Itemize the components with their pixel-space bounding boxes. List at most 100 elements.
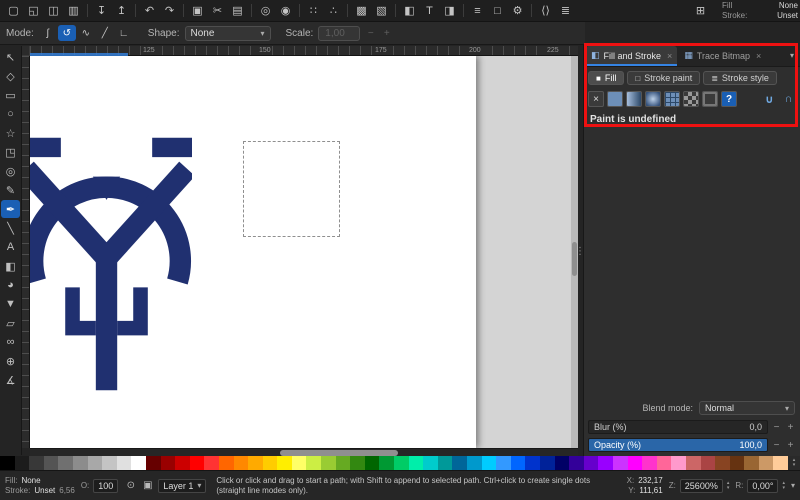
tool-calligraphy[interactable]: ╲ [1,219,20,237]
palette-swatch[interactable] [175,456,190,470]
palette-swatch[interactable] [656,456,672,470]
spin-down-icon[interactable]: ▾ [727,485,730,491]
palette-swatch[interactable] [248,456,263,470]
subtab-stroke-paint[interactable]: □ Stroke paint [627,71,701,85]
scale-minus-button[interactable]: − [365,28,376,39]
blur-minus-button[interactable]: − [771,422,782,433]
tool-pen[interactable]: ✒ [1,200,20,218]
copy-icon[interactable]: ▣ [188,2,207,19]
panel-splitter[interactable]: ⋮ [575,238,585,264]
xml-editor-icon[interactable]: ⟨⟩ [536,2,555,19]
palette-swatch[interactable] [277,456,292,470]
fill-rule-nonzero-button[interactable]: ∩ [781,92,796,107]
tab-trace-bitmap[interactable]: ▦ Trace Bitmap × [679,46,766,66]
palette-scroll-down-icon[interactable]: ▾ [793,463,796,468]
rotation-spinner[interactable]: ▴ ▾ [782,480,785,491]
palette-swatch[interactable] [598,456,613,470]
logo-drawing[interactable] [30,82,192,447]
layers-dialog-icon[interactable]: ≣ [556,2,575,19]
paint-flat-color-button[interactable] [607,91,623,107]
palette-swatch[interactable] [379,456,395,470]
zoom-drawing-icon[interactable]: ◉ [276,2,295,19]
palette-swatch[interactable] [408,456,424,470]
palette-swatch[interactable] [569,456,584,470]
palette-swatch[interactable] [671,456,686,470]
zoom-page-icon[interactable]: ◎ [256,2,275,19]
palette-swatch[interactable] [204,456,219,470]
canvas-page[interactable] [30,56,476,448]
zoom-field[interactable]: 25600% [679,478,723,493]
palette-swatch[interactable] [321,456,336,470]
tool-gradient[interactable]: ◧ [1,257,20,275]
horizontal-scrollbar[interactable] [30,448,578,456]
fill-stroke-dialog-icon[interactable]: ◧ [400,2,419,19]
palette-swatch[interactable] [29,456,44,470]
palette-swatch[interactable] [43,456,59,470]
print-icon[interactable]: ▥ [64,2,83,19]
tab-trace-bitmap-close-icon[interactable]: × [756,51,761,61]
palette-swatch[interactable] [350,456,365,470]
palette-scroll[interactable]: ▴ ▾ [788,456,800,470]
tab-fill-and-stroke[interactable]: ◧ Fill and Stroke × [586,45,678,66]
export-icon[interactable]: ↥ [112,2,131,19]
layer-lock-icon[interactable]: ▣ [141,479,154,492]
scale-spinner[interactable]: 1,00 [318,25,361,41]
palette-swatch[interactable] [423,456,438,470]
ungroup-icon[interactable]: ▧ [372,2,391,19]
palette-swatch[interactable] [0,456,15,470]
palette-swatch[interactable] [218,456,234,470]
document-properties-icon[interactable]: □ [488,2,507,19]
tool-selector[interactable]: ↖ [1,48,20,66]
text-dialog-icon[interactable]: T [420,2,439,19]
palette-swatch[interactable] [481,456,497,470]
mode-bezier-button[interactable]: ʃ [39,25,57,41]
import-icon[interactable]: ↧ [92,2,111,19]
palette-swatch[interactable] [364,456,380,470]
palette-swatch[interactable] [496,456,511,470]
statusbar-chevron-icon[interactable]: ▾ [791,481,795,490]
cut-icon[interactable]: ✂ [208,2,227,19]
palette-swatch[interactable] [14,456,30,470]
palette-swatch[interactable] [58,456,73,470]
palette-swatch[interactable] [510,456,526,470]
palette-swatch[interactable] [627,456,643,470]
tool-dropper[interactable]: ◕ [1,276,20,294]
palette-swatch[interactable] [291,456,307,470]
open-icon[interactable]: ◱ [24,2,43,19]
palette-swatch[interactable] [744,456,759,470]
paint-radial-gradient-button[interactable] [645,91,661,107]
palette-swatch[interactable] [233,456,249,470]
palette-swatch[interactable] [437,456,453,470]
scale-plus-button[interactable]: + [381,28,392,39]
subtab-stroke-style[interactable]: ≣ Stroke style [703,71,777,85]
dock-menu-chevron-icon[interactable]: ▾ [786,51,798,60]
blur-slider[interactable]: Blur (%) 0,0 [588,420,768,434]
mode-straight-lines-button[interactable]: ╱ [96,25,114,41]
palette-swatch[interactable] [452,456,467,470]
palette-swatch[interactable] [72,456,88,470]
palette-swatch[interactable] [685,456,701,470]
mode-bspline-button[interactable]: ∿ [77,25,95,41]
snap-toggle-icon[interactable]: ⊞ [691,2,710,19]
palette-swatch[interactable] [700,456,716,470]
paint-unknown-button[interactable]: ? [721,91,737,107]
group-icon[interactable]: ▩ [352,2,371,19]
palette-swatch[interactable] [554,456,570,470]
duplicate-icon[interactable]: ∷ [304,2,323,19]
tool-connector[interactable]: ∞ [1,333,20,351]
palette-swatch[interactable] [612,456,628,470]
palette-swatch[interactable] [116,456,132,470]
spin-down-icon[interactable]: ▾ [782,485,785,491]
tool-3dbox[interactable]: ◳ [1,143,20,161]
new-document-icon[interactable]: ▢ [4,2,23,19]
tool-paint-bucket[interactable]: ▼ [1,295,20,313]
palette-swatch[interactable] [583,456,599,470]
horizontal-ruler[interactable]: 125 150 175 200 225 [30,46,578,56]
palette-swatch[interactable] [262,456,278,470]
undo-icon[interactable]: ↶ [140,2,159,19]
tab-fill-and-stroke-close-icon[interactable]: × [667,51,672,61]
palette-swatch[interactable] [306,456,322,470]
save-icon[interactable]: ◫ [44,2,63,19]
tool-ellipse[interactable]: ○ [1,105,20,123]
paint-pattern-button[interactable] [683,91,699,107]
